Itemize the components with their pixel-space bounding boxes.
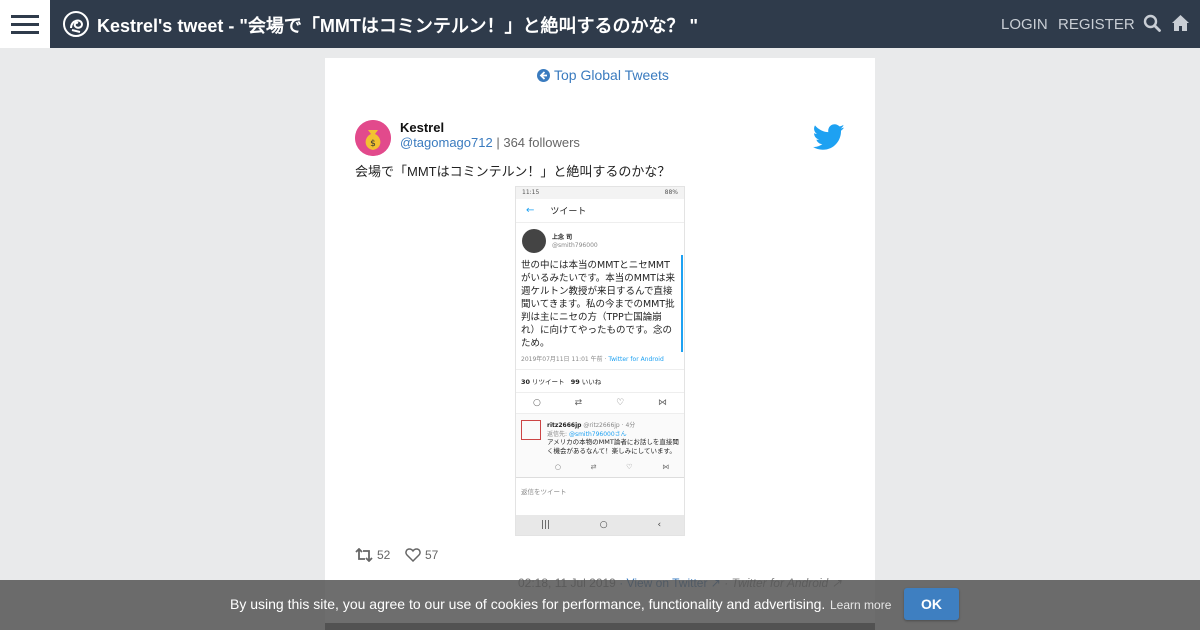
tweet-text: 会場で「MMTはコミンテルン！」と絶叫するのかな？ — [355, 164, 671, 179]
phone-user-handle: @smith796000 — [552, 242, 598, 249]
phone-tweet-stats: 30 リツイート 99 いいね — [516, 369, 684, 393]
phone-status-battery: 88% — [664, 189, 678, 196]
phone-share-icon: ⋈ — [658, 398, 668, 408]
phone-reply-user: ritz2666jp @ritz2666jp · 4分 — [547, 422, 636, 429]
phone-compose-reply: 返信をツイート — [516, 477, 684, 504]
menu-icon-line — [11, 30, 39, 34]
phone-back-icon: ‹ — [657, 520, 662, 530]
cookie-learn-more-link[interactable]: Learn more — [830, 598, 891, 612]
heart-icon — [405, 548, 421, 562]
phone-like-count: 99 — [570, 378, 580, 386]
svg-text:$: $ — [370, 139, 376, 149]
register-link[interactable]: REGISTER — [1058, 16, 1135, 33]
menu-icon-line — [11, 14, 39, 18]
phone-tweet-actions: ○ ⇄ ♡ ⋈ — [516, 393, 684, 414]
phone-tweet-user: 上念 司 @smith796000 — [516, 223, 684, 255]
phone-nav-bar: ||| ○ ‹ — [516, 515, 684, 535]
search-icon[interactable] — [1143, 14, 1161, 32]
author-handle[interactable]: @tagomago712 — [400, 135, 493, 150]
phone-retweet-icon: ⇄ — [574, 398, 583, 408]
money-bag-icon: $ — [355, 120, 391, 156]
phone-share-icon: ⋈ — [662, 463, 670, 471]
phone-status-time: 11:15 — [522, 189, 540, 196]
phone-reply-icon: ○ — [554, 463, 561, 471]
phone-retweet-icon: ⇄ — [590, 463, 597, 471]
phone-reply-avatar — [521, 420, 541, 440]
site-logo-icon[interactable] — [62, 10, 90, 38]
phone-tweet-date-text: 2019年07月11日 11:01 午前 · — [521, 356, 607, 363]
retweet-stat[interactable]: 52 — [355, 548, 390, 562]
phone-like-label: いいね — [581, 378, 602, 386]
phone-reply-icon: ○ — [532, 398, 541, 408]
like-stat[interactable]: 57 — [405, 548, 438, 562]
author-meta: @tagomago712 | 364 followers — [400, 135, 580, 150]
top-global-tweets-link[interactable]: Top Global Tweets — [537, 67, 669, 83]
cookie-message: By using this site, you agree to our use… — [230, 596, 826, 612]
like-count: 57 — [425, 548, 439, 562]
twitter-bird-icon[interactable] — [813, 124, 845, 151]
page-title: Kestrel's tweet - "会場で「MMTはコミンテルン！」と絶叫する… — [97, 16, 699, 36]
phone-tweet-client: Twitter for Android — [608, 356, 664, 363]
phone-user-name: 上念 司 — [552, 234, 573, 241]
top-bar: Kestrel's tweet - "会場で「MMTはコミンテルン！」と絶叫する… — [0, 0, 1200, 48]
phone-retweet-label: リツイート — [532, 378, 565, 386]
phone-status-bar: 11:15 88% — [516, 187, 684, 199]
retweet-icon — [355, 548, 373, 562]
phone-reply-actions: ○ ⇄ ♡ ⋈ — [516, 460, 684, 477]
phone-like-icon: ♡ — [626, 463, 633, 471]
tweet-media-image[interactable]: 11:15 88% ← ツイート 上念 司 @smith796000 世の中には… — [515, 186, 685, 536]
author-followers: | 364 followers — [496, 135, 580, 150]
phone-user-avatar — [522, 229, 546, 253]
cookie-ok-button[interactable]: OK — [904, 588, 959, 620]
arrow-circle-left-icon — [537, 68, 550, 82]
phone-reply-to: 返信先: @smith796000さん — [547, 431, 627, 438]
phone-tweet-body: 世の中には本当のMMTとニセMMTがいるみたいです。本当のMMTは来週ケルトン教… — [516, 255, 683, 352]
retweet-count: 52 — [377, 548, 391, 562]
phone-reply: ritz2666jp @ritz2666jp · 4分 返信先: @smith7… — [516, 414, 684, 460]
phone-tweet-date: 2019年07月11日 11:01 午前 · Twitter for Andro… — [516, 352, 684, 365]
home-icon[interactable] — [1171, 14, 1190, 32]
phone-like-icon: ♡ — [616, 398, 625, 408]
tweet-card: Top Global Tweets $ Kestrel @tagomago712… — [325, 58, 875, 630]
login-link[interactable]: LOGIN — [1001, 16, 1048, 33]
phone-retweet-count: 30 — [521, 378, 531, 386]
avatar[interactable]: $ — [355, 120, 391, 156]
phone-reply-text: アメリカの本物のMMT論者にお話しを直接聞く機会があるなんて！楽しみにしています… — [547, 438, 679, 455]
phone-screen-title: ツイート — [550, 207, 587, 217]
phone-home-icon: ○ — [599, 520, 608, 530]
phone-back-arrow-icon: ← — [526, 205, 535, 216]
menu-icon-line — [11, 22, 39, 26]
phone-recent-apps-icon: ||| — [540, 520, 550, 530]
author-name[interactable]: Kestrel — [400, 120, 444, 135]
back-link-label: Top Global Tweets — [554, 67, 669, 83]
cookie-banner: By using this site, you agree to our use… — [0, 580, 1200, 630]
phone-tweet-header: ← ツイート — [516, 199, 684, 223]
menu-button[interactable] — [0, 0, 50, 48]
